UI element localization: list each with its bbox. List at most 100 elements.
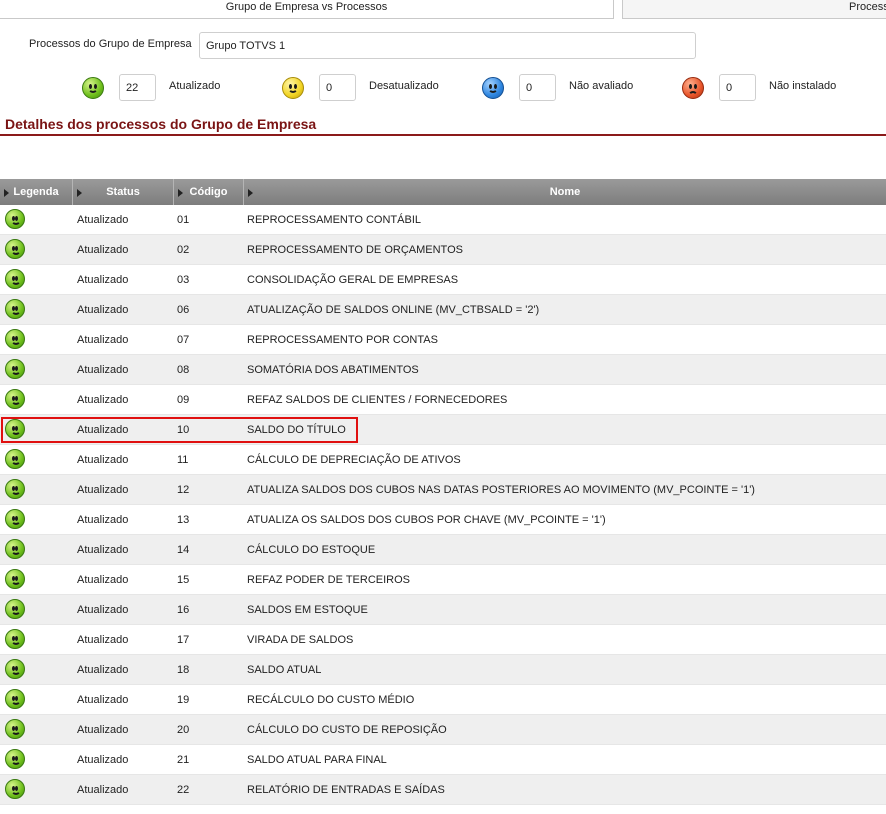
table-row[interactable]: Atualizado 19 RECÁLCULO DO CUSTO MÉDIO — [0, 685, 886, 715]
codigo-cell: 14 — [177, 544, 190, 556]
nome-cell: ATUALIZA SALDOS DOS CUBOS NAS DATAS POST… — [247, 484, 755, 496]
table-row[interactable]: Atualizado 18 SALDO ATUAL — [0, 655, 886, 685]
green-smiley-icon — [5, 629, 25, 649]
codigo-cell: 12 — [177, 484, 190, 496]
nome-cell: ATUALIZA OS SALDOS DOS CUBOS POR CHAVE (… — [247, 514, 606, 526]
red-sad-face-icon — [682, 77, 704, 99]
nome-cell: REFAZ SALDOS DE CLIENTES / FORNECEDORES — [247, 394, 508, 406]
status-cell: Atualizado — [77, 574, 129, 586]
nome-cell: REPROCESSAMENTO POR CONTAS — [247, 334, 438, 346]
section-divider — [0, 134, 886, 136]
green-smiley-icon — [5, 719, 25, 739]
codigo-cell: 21 — [177, 754, 190, 766]
table-row[interactable]: Atualizado 16 SALDOS EM ESTOQUE — [0, 595, 886, 625]
header-legenda[interactable]: Legenda — [0, 179, 72, 205]
legend-cell — [5, 535, 75, 565]
grid-body: Atualizado 01 REPROCESSAMENTO CONTÁBIL Atua… — [0, 205, 886, 805]
table-row[interactable]: Atualizado 22 RELATÓRIO DE ENTRADAS E SAÍD… — [0, 775, 886, 805]
status-cell: Atualizado — [77, 784, 129, 796]
codigo-cell: 13 — [177, 514, 190, 526]
sort-arrow-icon — [248, 189, 253, 197]
status-cell: Atualizado — [77, 634, 129, 646]
section-title: Detalhes dos processos do Grupo de Empre… — [5, 116, 317, 132]
codigo-cell: 16 — [177, 604, 190, 616]
legend-cell — [5, 505, 75, 535]
table-row[interactable]: Atualizado 01 REPROCESSAMENTO CONTÁBIL — [0, 205, 886, 235]
status-cell: Atualizado — [77, 334, 129, 346]
legend-cell — [5, 445, 75, 475]
codigo-cell: 15 — [177, 574, 190, 586]
green-smiley-icon — [5, 689, 25, 709]
table-row[interactable]: Atualizado 03 CONSOLIDAÇÃO GERAL DE EMPRES… — [0, 265, 886, 295]
green-smiley-icon — [5, 329, 25, 349]
header-nome[interactable]: Nome — [243, 179, 886, 205]
desatualizado-count-field[interactable]: 0 — [319, 74, 356, 101]
nao-instalado-label: Não instalado — [769, 80, 837, 92]
nome-cell: VIRADA DE SALDOS — [247, 634, 354, 646]
green-smiley-icon — [5, 779, 25, 799]
codigo-cell: 22 — [177, 784, 190, 796]
yellow-smiley-icon — [282, 77, 304, 99]
table-row[interactable]: Atualizado 13 ATUALIZA OS SALDOS DOS CUBOS… — [0, 505, 886, 535]
status-cell: Atualizado — [77, 394, 129, 406]
table-row[interactable]: Atualizado 20 CÁLCULO DO CUSTO DE REPOSIÇÃ… — [0, 715, 886, 745]
blue-smiley-icon — [482, 77, 504, 99]
nome-cell: REPROCESSAMENTO CONTÁBIL — [247, 214, 421, 226]
green-smiley-icon — [5, 599, 25, 619]
codigo-cell: 18 — [177, 664, 190, 676]
table-row[interactable]: Atualizado 17 VIRADA DE SALDOS — [0, 625, 886, 655]
table-row[interactable]: Atualizado 07 REPROCESSAMENTO POR CONTAS — [0, 325, 886, 355]
status-cell: Atualizado — [77, 454, 129, 466]
codigo-cell: 19 — [177, 694, 190, 706]
legend-cell — [5, 205, 75, 235]
green-smiley-icon — [5, 569, 25, 589]
status-cell: Atualizado — [77, 304, 129, 316]
green-smiley-icon — [5, 539, 25, 559]
header-codigo[interactable]: Código — [173, 179, 243, 205]
nao-avaliado-count-field[interactable]: 0 — [519, 74, 556, 101]
table-row[interactable]: Atualizado 11 CÁLCULO DE DEPRECIAÇÃO DE AT… — [0, 445, 886, 475]
processes-grid: Legenda Status Código Nome Atualizado 01 R… — [0, 179, 886, 805]
nome-cell: RELATÓRIO DE ENTRADAS E SAÍDAS — [247, 784, 445, 796]
table-row[interactable]: Atualizado 02 REPROCESSAMENTO DE ORÇAMENTO… — [0, 235, 886, 265]
table-row[interactable]: Atualizado 08 SOMATÓRIA DOS ABATIMENTOS — [0, 355, 886, 385]
atualizado-label: Atualizado — [169, 80, 221, 92]
legend-cell — [5, 265, 75, 295]
table-row[interactable]: Atualizado 12 ATUALIZA SALDOS DOS CUBOS NA… — [0, 475, 886, 505]
table-row[interactable]: Atualizado 14 CÁLCULO DO ESTOQUE — [0, 535, 886, 565]
table-row[interactable]: Atualizado 21 SALDO ATUAL PARA FINAL — [0, 745, 886, 775]
nome-cell: RECÁLCULO DO CUSTO MÉDIO — [247, 694, 415, 706]
header-status[interactable]: Status — [72, 179, 173, 205]
tab-processos-label: Process — [849, 1, 886, 13]
status-cell: Atualizado — [77, 244, 129, 256]
status-cell: Atualizado — [77, 724, 129, 736]
green-smiley-icon — [5, 239, 25, 259]
codigo-cell: 08 — [177, 364, 190, 376]
nao-instalado-count-field[interactable]: 0 — [719, 74, 756, 101]
codigo-cell: 02 — [177, 244, 190, 256]
atualizado-count-field[interactable]: 22 — [119, 74, 156, 101]
status-cell: Atualizado — [77, 514, 129, 526]
status-cell: Atualizado — [77, 484, 129, 496]
legend-cell — [5, 595, 75, 625]
nome-cell: ATUALIZAÇÃO DE SALDOS ONLINE (MV_CTBSALD… — [247, 304, 540, 316]
sort-arrow-icon — [4, 189, 9, 197]
codigo-cell: 01 — [177, 214, 190, 226]
nome-cell: SALDOS EM ESTOQUE — [247, 604, 368, 616]
tab-processos[interactable]: Process — [622, 0, 886, 19]
grid-header: Legenda Status Código Nome — [0, 179, 886, 205]
table-row[interactable]: Atualizado 09 REFAZ SALDOS DE CLIENTES / F… — [0, 385, 886, 415]
green-smiley-icon — [5, 449, 25, 469]
nome-cell: REPROCESSAMENTO DE ORÇAMENTOS — [247, 244, 463, 256]
header-nome-label: Nome — [549, 186, 581, 198]
nome-cell: SALDO ATUAL — [247, 664, 322, 676]
table-row[interactable]: Atualizado 15 REFAZ PODER DE TERCEIROS — [0, 565, 886, 595]
green-smiley-icon — [5, 749, 25, 769]
table-row[interactable]: Atualizado 06 ATUALIZAÇÃO DE SALDOS ONLINE… — [0, 295, 886, 325]
legend-cell — [5, 745, 75, 775]
status-cell: Atualizado — [77, 664, 129, 676]
codigo-cell: 20 — [177, 724, 190, 736]
grupo-empresa-field[interactable]: Grupo TOTVS 1 — [199, 32, 696, 59]
tab-grupo-empresa-processos[interactable]: Grupo de Empresa vs Processos — [0, 0, 614, 19]
legend-cell — [5, 295, 75, 325]
